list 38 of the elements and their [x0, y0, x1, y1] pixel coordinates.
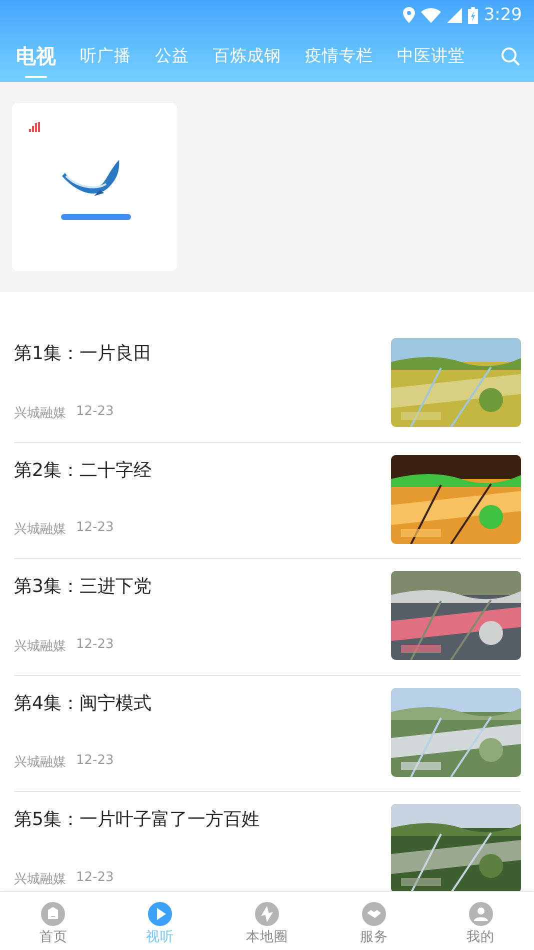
category-tab[interactable]: 中医讲堂 [387, 30, 475, 82]
episode-date: 12-23 [76, 870, 114, 886]
episode-date: 12-23 [76, 520, 114, 537]
episode-source: 兴城融媒 [14, 521, 66, 538]
category-tab[interactable]: 听广播 [70, 30, 141, 82]
category-tab[interactable]: 百炼成钢 [203, 30, 291, 82]
episode-title[interactable]: 第1集：一片良田 [14, 341, 391, 365]
nav-tab[interactable]: 我的 [427, 892, 534, 950]
episode-source: 兴城融媒 [14, 638, 66, 654]
nav-icon [254, 902, 279, 926]
nav-icon [468, 902, 493, 926]
episode-source: 兴城融媒 [14, 870, 66, 888]
episode-source: 兴城融媒 [14, 404, 66, 422]
episode-source: 兴城融媒 [14, 754, 66, 771]
episode-title[interactable]: 第2集：二十字经 [14, 458, 391, 482]
episode-title[interactable]: 第3集：三进下党 [14, 574, 391, 598]
search-icon[interactable] [501, 46, 520, 66]
wifi-icon [420, 8, 441, 22]
episode-date: 12-23 [76, 636, 114, 654]
episode-date: 12-23 [76, 404, 114, 420]
episode-date: 12-23 [76, 753, 114, 770]
category-tab[interactable]: 公益 [145, 30, 199, 82]
nav-icon [41, 902, 66, 926]
category-tab[interactable]: 疫情专栏 [295, 30, 383, 82]
nav-tab[interactable]: 首页 [0, 892, 107, 950]
nav-icon [362, 902, 386, 926]
status-time: 3:29 [484, 5, 522, 25]
nav-tab[interactable]: 服务 [320, 892, 428, 950]
nav-tab[interactable]: 视听 [106, 892, 214, 950]
signal-icon [446, 8, 462, 22]
category-tab[interactable]: 电视 [6, 30, 66, 82]
episode-title[interactable]: 第5集：一片叶子富了一方百姓 [14, 807, 391, 831]
battery-icon [468, 6, 478, 24]
location-icon [402, 7, 415, 23]
nav-icon [148, 902, 172, 926]
nav-tab[interactable]: 本地圈 [214, 892, 320, 950]
channel-card[interactable] [12, 103, 177, 271]
episode-title[interactable]: 第4集：闽宁模式 [14, 690, 391, 714]
